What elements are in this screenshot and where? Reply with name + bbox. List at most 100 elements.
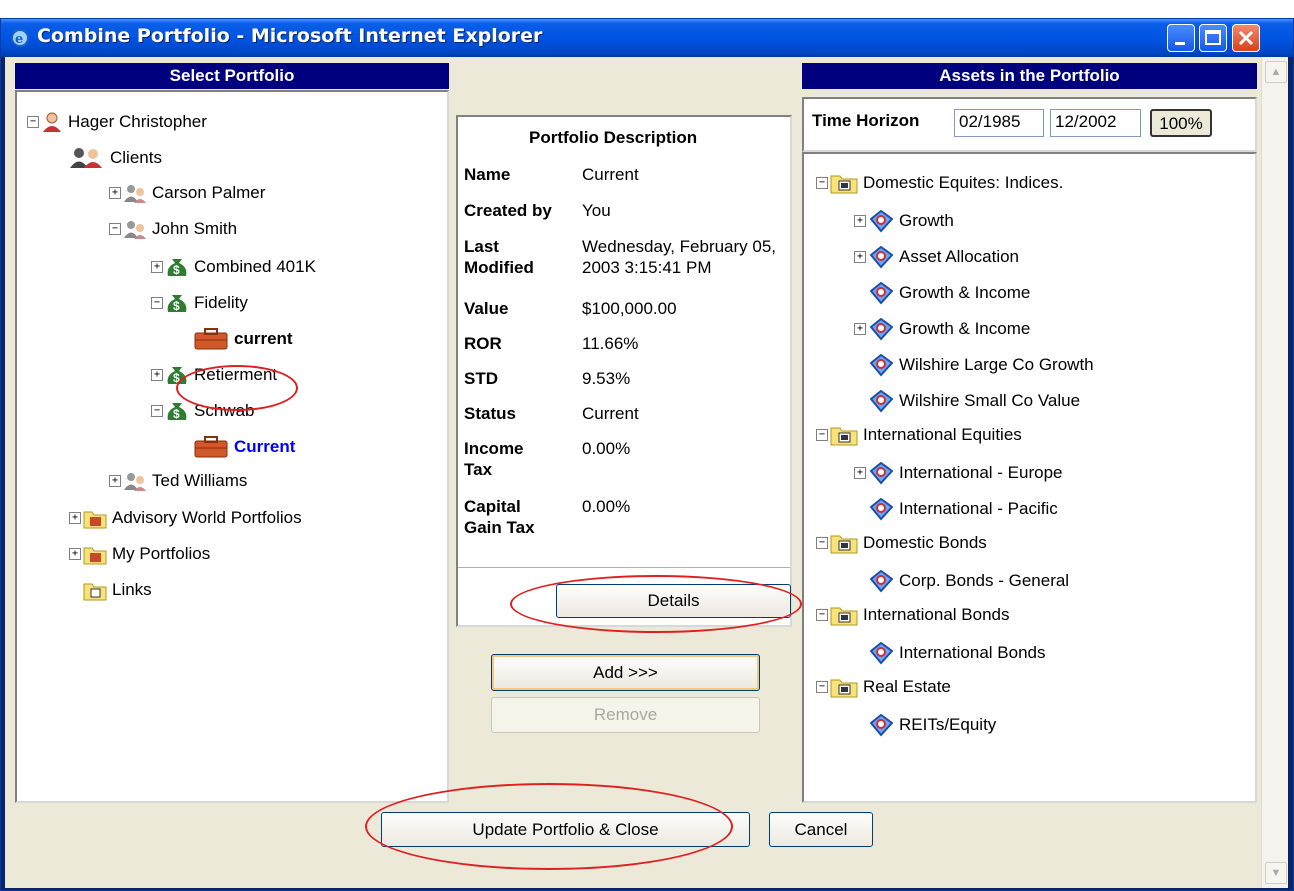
asset-group-international-bonds[interactable]: − International Bonds [816, 604, 1010, 626]
tree-node-schwab-current[interactable]: Current [193, 435, 295, 459]
time-horizon-label: Time Horizon [812, 111, 920, 130]
collapse-icon[interactable]: − [109, 223, 121, 235]
collapse-icon[interactable]: − [816, 537, 828, 549]
expand-icon[interactable]: + [854, 323, 866, 335]
asset-group-domestic-equities[interactable]: − Domestic Equites: Indices. [816, 172, 1063, 194]
time-horizon-bar: Time Horizon 02/1985 12/2002 100% [802, 97, 1257, 152]
scroll-up-arrow-icon[interactable]: ▲ [1265, 61, 1287, 83]
tree-node-schwab[interactable]: − $ Schwab [151, 399, 254, 423]
desc-value-std: 9.53% [582, 369, 631, 388]
money-bag-icon: $ [167, 403, 187, 421]
desc-label-capital-gain-tax: Capital Gain Tax [464, 497, 535, 537]
asset-growth[interactable]: + Growth [854, 208, 954, 234]
asset-international-europe[interactable]: + International - Europe [854, 460, 1063, 486]
asset-group-international-equities[interactable]: − International Equities [816, 424, 1022, 446]
window-title: Combine Portfolio - Microsoft Internet E… [37, 25, 543, 47]
tree-node-my-portfolios[interactable]: + My Portfolios [69, 543, 210, 565]
tree-node-combined-401k[interactable]: + $ Combined 401K [151, 255, 316, 279]
svg-text:$: $ [173, 407, 180, 421]
tree-node-ted-williams[interactable]: + Ted Williams [109, 471, 247, 491]
portfolio-tree: − Hager Christopher Clients + Carson Pal… [15, 90, 449, 803]
fund-icon [869, 569, 894, 593]
asset-growth-income-2[interactable]: + Growth & Income [854, 316, 1030, 342]
asset-class-folder-icon [830, 607, 858, 626]
expand-icon[interactable]: + [854, 251, 866, 263]
fund-icon [869, 461, 894, 485]
asset-corp-bonds[interactable]: Corp. Bonds - General [868, 568, 1069, 594]
expand-icon[interactable]: + [109, 475, 121, 487]
asset-group-real-estate[interactable]: − Real Estate [816, 676, 951, 698]
maximize-icon [1205, 30, 1221, 45]
expand-icon[interactable]: + [854, 467, 866, 479]
collapse-icon[interactable]: − [816, 609, 828, 621]
desc-value-last-modified: Wednesday, February 05, 2003 3:15:41 PM [582, 237, 777, 277]
portfolio-folder-icon [83, 511, 107, 529]
tree-node-clients[interactable]: Clients [69, 147, 162, 169]
start-date-field[interactable]: 02/1985 [954, 109, 1044, 137]
desc-label-last-modified: Last Modified [464, 237, 534, 277]
money-bag-icon: $ [167, 367, 187, 385]
fund-icon [869, 245, 894, 269]
desc-value-status: Current [582, 404, 639, 423]
expand-icon[interactable]: + [69, 548, 81, 560]
fund-icon [869, 641, 894, 665]
collapse-icon[interactable]: − [816, 177, 828, 189]
desc-label-value: Value [464, 299, 509, 318]
scroll-down-arrow-icon[interactable]: ▼ [1265, 862, 1287, 884]
tree-node-john-smith[interactable]: − John Smith [109, 219, 237, 239]
expand-icon[interactable]: + [854, 215, 866, 227]
asset-reits-equity[interactable]: REITs/Equity [868, 712, 996, 738]
fund-icon [869, 317, 894, 341]
update-portfolio-close-button[interactable]: Update Portfolio & Close [381, 812, 750, 847]
tree-node-advisory-world[interactable]: + Advisory World Portfolios [69, 507, 302, 529]
tree-node-retierment[interactable]: + $ Retierment [151, 363, 277, 387]
internet-explorer-icon: e [11, 29, 29, 47]
tree-node-fidelity[interactable]: − $ Fidelity [151, 291, 248, 315]
tree-node-links[interactable]: Links [83, 579, 152, 601]
collapse-icon[interactable]: − [27, 116, 39, 128]
asset-international-pacific[interactable]: International - Pacific [868, 496, 1058, 522]
tree-node-hager-christopher[interactable]: − Hager Christopher [27, 111, 207, 133]
desc-value-created-by: You [582, 201, 611, 220]
expand-icon[interactable]: + [109, 187, 121, 199]
title-bar[interactable]: e Combine Portfolio - Microsoft Internet… [1, 19, 1293, 57]
close-icon [1238, 30, 1254, 46]
remove-button[interactable]: Remove [491, 697, 760, 733]
asset-growth-income-1[interactable]: Growth & Income [868, 280, 1030, 306]
close-button[interactable] [1232, 24, 1260, 52]
asset-wilshire-small-value[interactable]: Wilshire Small Co Value [868, 388, 1080, 414]
ie-window: e Combine Portfolio - Microsoft Internet… [0, 18, 1294, 891]
collapse-icon[interactable]: − [816, 681, 828, 693]
collapse-icon[interactable]: − [151, 405, 163, 417]
percent-button[interactable]: 100% [1150, 109, 1212, 137]
tree-node-fidelity-current[interactable]: current [193, 327, 293, 351]
clients-icon [70, 148, 102, 168]
expand-icon[interactable]: + [151, 369, 163, 381]
minimize-button[interactable] [1167, 24, 1195, 52]
expand-icon[interactable]: + [69, 512, 81, 524]
asset-international-bonds[interactable]: International Bonds [868, 640, 1046, 666]
vertical-scrollbar[interactable]: ▲ ▼ [1261, 57, 1288, 888]
desc-label-income-tax: Income Tax [464, 439, 524, 479]
add-button[interactable]: Add >>> [491, 654, 760, 691]
desc-value-ror: 11.66% [582, 334, 639, 353]
collapse-icon[interactable]: − [151, 297, 163, 309]
briefcase-icon [194, 436, 228, 458]
description-divider [458, 567, 790, 568]
asset-asset-allocation[interactable]: + Asset Allocation [854, 244, 1019, 270]
svg-text:$: $ [173, 299, 180, 313]
collapse-icon[interactable]: − [816, 429, 828, 441]
desc-value-income-tax: 0.00% [582, 439, 631, 458]
svg-text:$: $ [173, 263, 180, 277]
asset-wilshire-large-growth[interactable]: Wilshire Large Co Growth [868, 352, 1094, 378]
asset-group-domestic-bonds[interactable]: − Domestic Bonds [816, 532, 987, 554]
expand-icon[interactable]: + [151, 261, 163, 273]
cancel-button[interactable]: Cancel [769, 812, 873, 847]
description-title: Portfolio Description [529, 128, 698, 147]
tree-node-carson-palmer[interactable]: + Carson Palmer [109, 183, 265, 203]
money-bag-icon: $ [167, 295, 187, 313]
assets-header: Assets in the Portfolio [802, 63, 1257, 89]
details-button[interactable]: Details [556, 584, 791, 618]
end-date-field[interactable]: 12/2002 [1050, 109, 1141, 137]
maximize-button[interactable] [1199, 24, 1227, 52]
